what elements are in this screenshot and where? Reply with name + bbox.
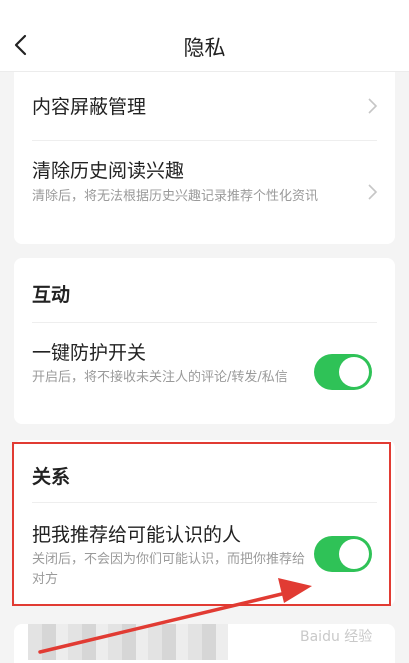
divider <box>32 322 377 323</box>
toggle-knob <box>339 357 369 387</box>
nav-header: 隐私 <box>0 0 409 72</box>
section-title-relationship: 关系 <box>32 466 71 488</box>
clear-history-label: 清除历史阅读兴趣 <box>32 160 185 182</box>
watermark: Baidu 经验 <box>300 629 373 645</box>
clear-history-description: 清除后，将无法根据历史兴趣记录推荐个性化资讯 <box>32 189 319 204</box>
section-title-interaction: 互动 <box>32 284 71 306</box>
relationship-card: 关系 把我推荐给可能认识的人 关闭后，不会因为你们可能认识，而把你推荐给对方 <box>14 440 395 606</box>
mosaic-blur <box>28 624 228 660</box>
interaction-card: 互动 一键防护开关 开启后，将不接收未关注人的评论/转发/私信 <box>14 258 395 424</box>
page-title: 隐私 <box>183 36 226 60</box>
protection-switch-label: 一键防护开关 <box>32 342 147 364</box>
protection-toggle[interactable] <box>314 354 372 390</box>
chevron-right-icon <box>368 184 378 200</box>
content-settings-card: 内容屏蔽管理 清除历史阅读兴趣 清除后，将无法根据历史兴趣记录推荐个性化资讯 <box>14 72 395 244</box>
divider <box>32 502 377 503</box>
recommend-me-toggle[interactable] <box>314 536 372 572</box>
blocked-content-label: 内容屏蔽管理 <box>32 96 147 118</box>
chevron-right-icon <box>368 98 378 114</box>
recommend-me-label: 把我推荐给可能认识的人 <box>32 524 242 546</box>
protection-switch-description: 开启后，将不接收未关注人的评论/转发/私信 <box>32 370 288 385</box>
divider <box>32 140 377 141</box>
recommend-me-description: 关闭后，不会因为你们可能认识，而把你推荐给对方 <box>32 552 306 587</box>
toggle-knob <box>339 539 369 569</box>
